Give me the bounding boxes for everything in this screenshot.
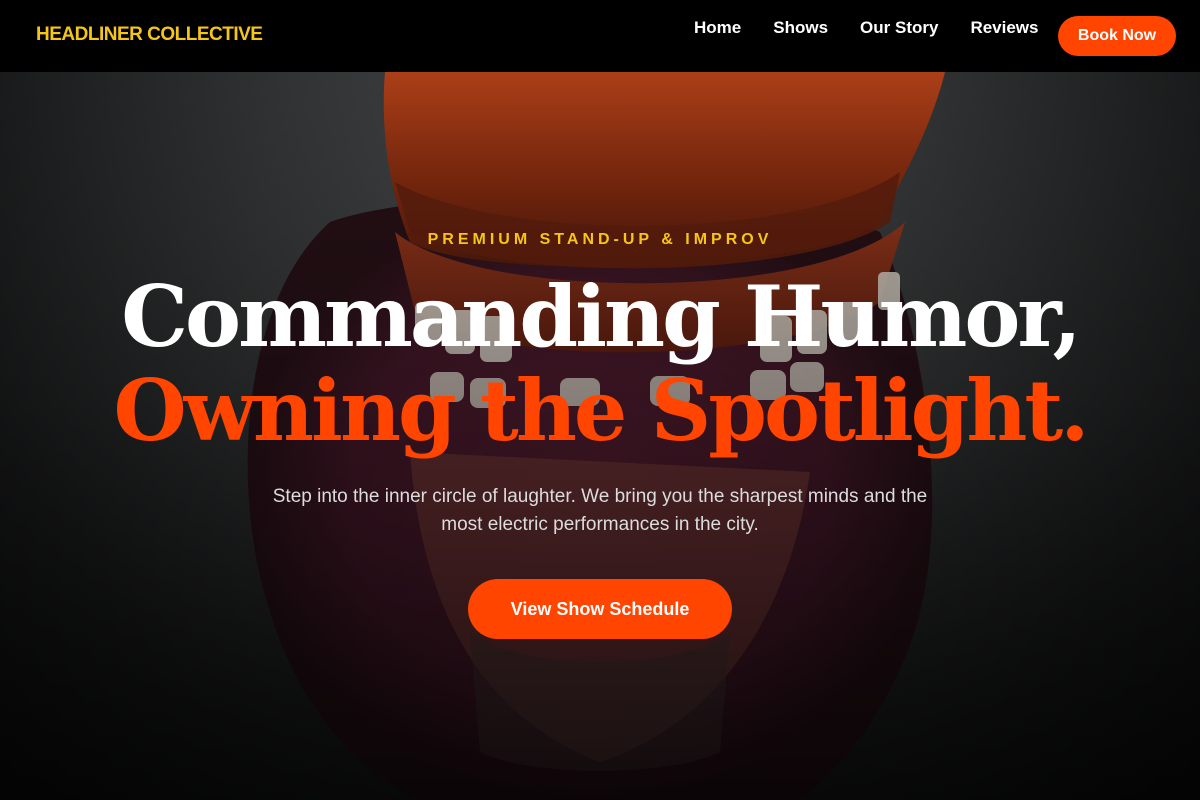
nav-link-reviews[interactable]: Reviews	[970, 18, 1038, 38]
nav-link-home[interactable]: Home	[694, 18, 741, 38]
view-show-schedule-button[interactable]: View Show Schedule	[468, 579, 732, 639]
headline-line-2: Owning the Spotlight.	[113, 361, 1090, 460]
hero-headline: Commanding Humor, Owning the Spotlight.	[0, 270, 1200, 458]
hero-eyebrow: PREMIUM STAND-UP & IMPROV	[427, 231, 773, 248]
navbar: HEADLINER COLLECTIVE Home Shows Our Stor…	[0, 0, 1200, 72]
site-logo[interactable]: HEADLINER COLLECTIVE	[36, 24, 263, 46]
book-now-button[interactable]: Book Now	[1058, 16, 1176, 56]
hero-subtext: Step into the inner circle of laughter. …	[272, 486, 928, 535]
nav-links: Home Shows Our Story Reviews	[694, 18, 1038, 38]
nav-link-shows[interactable]: Shows	[773, 18, 828, 38]
headline-line-1: Commanding Humor,	[121, 267, 1082, 366]
hero-section: PREMIUM STAND-UP & IMPROV Commanding Hum…	[0, 72, 1200, 800]
nav-link-our-story[interactable]: Our Story	[860, 18, 938, 38]
